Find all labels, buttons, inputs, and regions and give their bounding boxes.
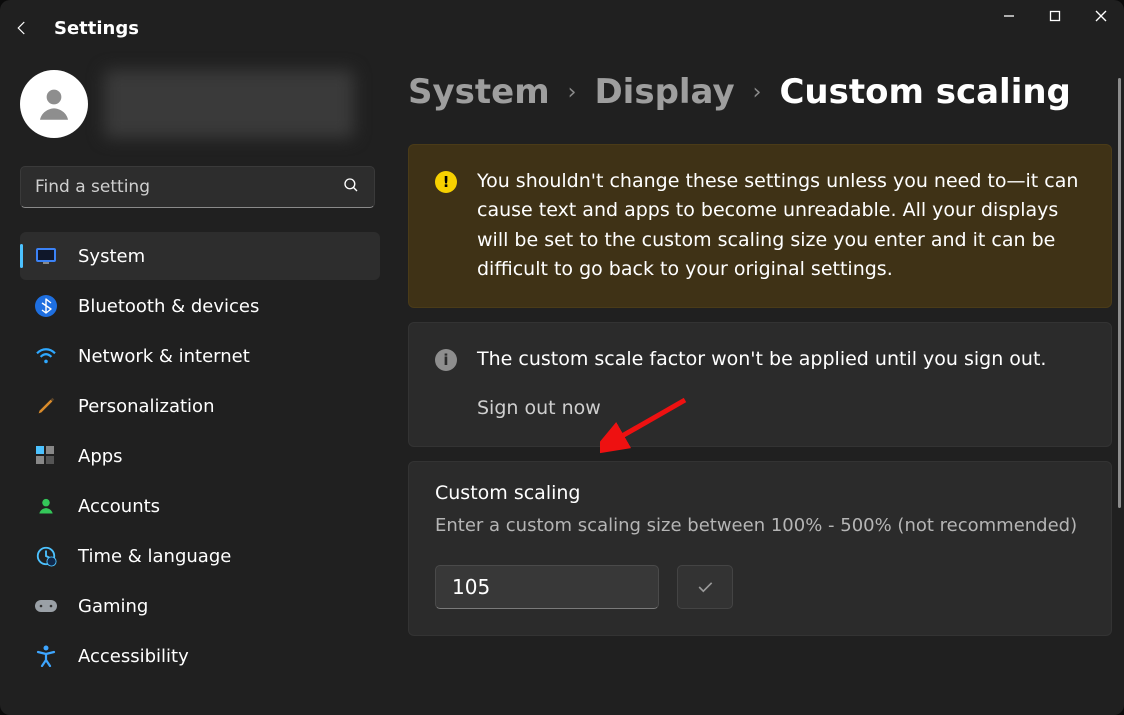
- custom-scale-input[interactable]: [435, 565, 659, 609]
- system-icon: [34, 244, 58, 268]
- sidebar-item-apps[interactable]: Apps: [20, 432, 380, 480]
- sidebar-item-accessibility[interactable]: Accessibility: [20, 632, 380, 680]
- sidebar-item-label: Bluetooth & devices: [78, 296, 259, 317]
- accessibility-icon: [34, 644, 58, 668]
- apply-button[interactable]: [677, 565, 733, 609]
- breadcrumb-current: Custom scaling: [779, 72, 1070, 112]
- sidebar-item-personalization[interactable]: Personalization: [20, 382, 380, 430]
- search-box[interactable]: [20, 166, 375, 208]
- back-button[interactable]: [0, 0, 44, 56]
- close-button[interactable]: [1078, 0, 1124, 32]
- clock-globe-icon: [34, 544, 58, 568]
- person-icon: [34, 494, 58, 518]
- search-icon: [342, 176, 360, 198]
- info-icon: i: [435, 349, 457, 371]
- sidebar-item-time-language[interactable]: Time & language: [20, 532, 380, 580]
- sidebar-item-label: Apps: [78, 446, 123, 467]
- sidebar-item-label: Network & internet: [78, 346, 250, 367]
- custom-scaling-card: Custom scaling Enter a custom scaling si…: [408, 461, 1112, 636]
- sidebar-item-system[interactable]: System: [20, 232, 380, 280]
- sidebar-item-label: System: [78, 246, 145, 267]
- wifi-icon: [34, 344, 58, 368]
- sidebar-item-label: Accessibility: [78, 646, 189, 667]
- sidebar-item-gaming[interactable]: Gaming: [20, 582, 380, 630]
- gamepad-icon: [34, 594, 58, 618]
- minimize-button[interactable]: [986, 0, 1032, 32]
- breadcrumb: System › Display › Custom scaling: [408, 72, 1112, 112]
- section-description: Enter a custom scaling size between 100%…: [435, 512, 1085, 539]
- section-title: Custom scaling: [435, 482, 1085, 504]
- breadcrumb-system[interactable]: System: [408, 72, 550, 112]
- sidebar-item-bluetooth[interactable]: Bluetooth & devices: [20, 282, 380, 330]
- sidebar-item-label: Gaming: [78, 596, 148, 617]
- warning-text: You shouldn't change these settings unle…: [477, 167, 1085, 285]
- warning-icon: !: [435, 171, 457, 193]
- apps-icon: [34, 444, 58, 468]
- profile-block[interactable]: [20, 70, 380, 138]
- bluetooth-icon: [34, 294, 58, 318]
- warning-card: ! You shouldn't change these settings un…: [408, 144, 1112, 308]
- search-input[interactable]: [35, 177, 342, 197]
- paintbrush-icon: [34, 394, 58, 418]
- profile-name-redacted: [104, 70, 354, 138]
- sidebar-item-network[interactable]: Network & internet: [20, 332, 380, 380]
- chevron-right-icon: ›: [568, 80, 577, 105]
- chevron-right-icon: ›: [753, 80, 762, 105]
- scrollbar[interactable]: [1118, 78, 1121, 508]
- app-title: Settings: [54, 18, 139, 39]
- sidebar-item-accounts[interactable]: Accounts: [20, 482, 380, 530]
- avatar: [20, 70, 88, 138]
- sign-out-now-link[interactable]: Sign out now: [477, 394, 601, 423]
- sidebar-item-label: Accounts: [78, 496, 160, 517]
- sidebar-item-label: Personalization: [78, 396, 214, 417]
- maximize-button[interactable]: [1032, 0, 1078, 32]
- sidebar-item-label: Time & language: [78, 546, 231, 567]
- info-text: The custom scale factor won't be applied…: [477, 345, 1046, 374]
- breadcrumb-display[interactable]: Display: [594, 72, 734, 112]
- info-card: i The custom scale factor won't be appli…: [408, 322, 1112, 447]
